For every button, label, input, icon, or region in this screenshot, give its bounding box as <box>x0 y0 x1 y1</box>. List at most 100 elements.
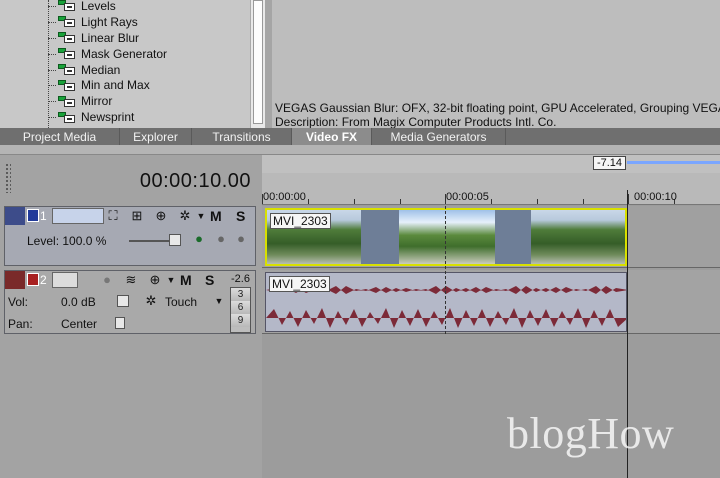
plugin-icon <box>58 79 76 91</box>
ruler-tick <box>628 194 629 204</box>
loop-region-bar[interactable] <box>627 161 720 164</box>
ruler-label: 00:00:05 <box>446 191 489 203</box>
track-fx-icon[interactable]: ⊕ <box>147 272 163 288</box>
tree-guide-line <box>48 0 49 128</box>
track-name-field[interactable] <box>52 208 104 224</box>
mute-button[interactable]: M <box>180 272 192 288</box>
video-track-header[interactable]: 1 ⛶ ⊞ ⊕ ✲ ▼ M S Level: 100.0 % ● ● ● <box>4 206 256 266</box>
edit-cursor-line <box>445 206 446 334</box>
tab-video-fx[interactable]: Video FX <box>292 128 372 145</box>
ruler-label: 00:00:10 <box>634 191 677 203</box>
track-drag-handle[interactable] <box>5 207 25 225</box>
clip-name-label: MVI_2303 <box>270 213 331 229</box>
compositing-icon[interactable]: ⊕ <box>153 208 169 224</box>
clip-thumbnail <box>531 210 625 264</box>
plugin-icon <box>58 48 76 60</box>
window-docking-tabs: Project Media Explorer Transitions Video… <box>0 128 720 145</box>
marker-bar[interactable] <box>262 155 720 173</box>
mute-button[interactable]: M <box>210 208 222 224</box>
plugin-icon <box>58 111 76 123</box>
track-number: 1 <box>40 209 47 223</box>
ruler-tick <box>491 199 492 204</box>
dropdown-arrow-icon[interactable]: ▼ <box>193 208 209 224</box>
parent-compositing-icon[interactable]: ● <box>213 231 229 247</box>
fx-item-light-rays[interactable]: Light Rays <box>48 14 167 30</box>
tab-media-generators[interactable]: Media Generators <box>372 128 506 145</box>
timecode-display: 00:00:10.00 <box>139 170 251 192</box>
horizontal-splitter[interactable] <box>0 145 720 155</box>
fx-item-label: Levels <box>81 0 116 13</box>
composite-mode-icon[interactable]: ● <box>191 231 207 247</box>
ruler-tick <box>354 199 355 204</box>
level-label: Level: 100.0 % <box>27 234 107 248</box>
audio-track-header[interactable]: 2 ● ≋ ⊕ ▼ M S -2.6 3 6 9 Vol: 0.0 dB ✲ T… <box>4 270 256 334</box>
track-drag-handle[interactable] <box>5 271 25 289</box>
track-motion-icon[interactable]: ⊞ <box>129 208 145 224</box>
fx-item-newsprint[interactable]: Newsprint <box>48 109 167 125</box>
fx-item-mask-generator[interactable]: Mask Generator <box>48 46 168 62</box>
audio-event-clip[interactable]: MVI_2303 <box>265 272 627 332</box>
fx-description-text: Description: From Magix Computer Product… <box>275 115 557 128</box>
fx-item-label: Min and Max <box>81 78 150 93</box>
tab-explorer[interactable]: Explorer <box>120 128 192 145</box>
loop-region-marker[interactable]: -7.14 <box>593 156 626 170</box>
automation-gear-icon[interactable]: ✲ <box>143 293 159 309</box>
tab-strip-filler <box>506 128 720 145</box>
ruler-label: 00:00:00 <box>263 191 306 203</box>
scrollbar-thumb[interactable] <box>253 0 263 124</box>
track-fx-icon[interactable]: ✲ <box>177 208 193 224</box>
invert-phase-icon[interactable]: ≋ <box>123 272 139 288</box>
fx-item-linear-blur[interactable]: Linear Blur <box>48 30 167 46</box>
grip-handle[interactable] <box>5 163 11 193</box>
fx-item-levels[interactable]: Levels <box>48 0 167 14</box>
watermark-logo: blogHow <box>507 409 675 458</box>
ruler-tick <box>400 199 401 204</box>
record-arm-icon[interactable]: ● <box>99 272 115 288</box>
ruler-tick <box>583 199 584 204</box>
vol-label: Vol: <box>8 295 29 309</box>
plugin-icon <box>58 32 76 44</box>
panel-splitter[interactable] <box>265 0 272 128</box>
pan-slider-knob[interactable] <box>115 317 125 329</box>
time-ruler[interactable]: 00:00:00 00:00:05 00:00:10 <box>262 173 720 205</box>
plugin-icon <box>58 95 76 107</box>
audio-level-meter: 3 6 9 <box>230 287 251 333</box>
clip-thumbnail-gap <box>495 210 531 264</box>
video-fx-tree-panel: Levels Light Rays Linear Blur Mask Gener… <box>0 0 265 128</box>
dropdown-arrow-icon[interactable]: ▼ <box>163 272 179 288</box>
video-event-clip[interactable]: MVI_2303 <box>265 208 627 266</box>
fx-item-mirror[interactable]: Mirror <box>48 93 167 109</box>
tab-transitions[interactable]: Transitions <box>192 128 292 145</box>
clip-thumbnail <box>399 210 495 264</box>
ruler-tick <box>537 199 538 204</box>
vol-value: 0.0 dB <box>61 295 96 309</box>
meter-mark: 3 <box>231 288 250 301</box>
audio-waveform-right <box>266 308 626 328</box>
fx-item-label: Mask Generator <box>81 46 168 61</box>
vol-slider-knob[interactable] <box>117 295 129 307</box>
fx-description-title: VEGAS Gaussian Blur: OFX, 32-bit floatin… <box>275 101 720 115</box>
fx-item-median[interactable]: Median <box>48 62 167 78</box>
track-number: 2 <box>40 273 47 287</box>
fx-list-scrollbar[interactable] <box>250 0 265 128</box>
dropdown-arrow-icon[interactable]: ▼ <box>211 293 227 309</box>
solo-button[interactable]: S <box>236 208 245 224</box>
tab-project-media[interactable]: Project Media <box>0 128 120 145</box>
fx-item-label: Mirror <box>81 94 113 109</box>
fx-item-label: Light Rays <box>81 14 138 29</box>
bypass-motion-blur-icon[interactable]: ⛶ <box>105 208 121 224</box>
automation-mode[interactable]: Touch <box>165 295 197 309</box>
clip-name-label: MVI_2303 <box>269 276 330 292</box>
fx-item-min-and-max[interactable]: Min and Max <box>48 77 167 93</box>
solo-button[interactable]: S <box>205 272 214 288</box>
plugin-icon <box>58 64 76 75</box>
plugin-icon <box>58 0 76 12</box>
level-slider-knob[interactable] <box>169 234 181 246</box>
fx-item-label: Linear Blur <box>81 30 140 45</box>
meter-mark: 9 <box>231 314 250 327</box>
track-name-field[interactable] <box>52 272 78 288</box>
make-parent-icon[interactable]: ● <box>233 231 249 247</box>
meter-mark: 6 <box>231 301 250 314</box>
fx-list: Levels Light Rays Linear Blur Mask Gener… <box>48 0 168 125</box>
peak-meter-value: -2.6 <box>231 273 250 285</box>
